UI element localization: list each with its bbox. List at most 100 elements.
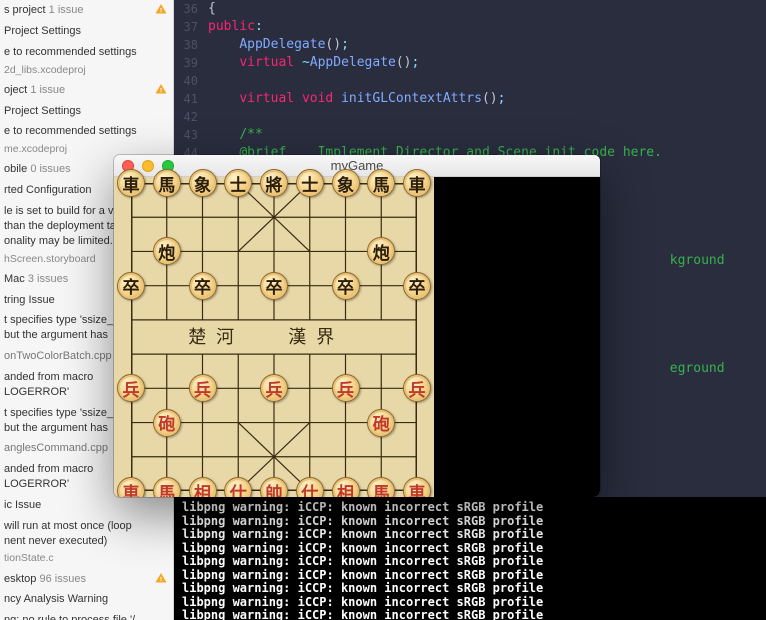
xiangqi-piece[interactable]: 砲 [153, 409, 181, 437]
issue-file: tionState.c [0, 551, 173, 568]
xiangqi-piece[interactable]: 兵 [189, 374, 217, 402]
issue-count: 1 issue [30, 84, 65, 96]
issue-label: esktop [4, 573, 36, 585]
svg-text:漢界: 漢界 [288, 327, 344, 347]
line-number: 40 [178, 72, 208, 90]
warning-icon [155, 3, 167, 15]
xiangqi-board[interactable]: 楚河漢界 車馬象士將士象馬車炮炮卒卒卒卒卒兵兵兵兵兵砲砲車馬相仕帥仕相馬車 [114, 177, 434, 497]
xiangqi-piece[interactable]: 炮 [367, 237, 395, 265]
xiangqi-piece[interactable]: 卒 [332, 272, 360, 300]
issue-label: rted Configuration [4, 184, 91, 196]
code-line[interactable]: 36{ [178, 0, 766, 18]
window-title: myGame [114, 158, 600, 173]
xiangqi-piece[interactable]: 兵 [332, 374, 360, 402]
game-black-panel [434, 177, 600, 497]
code-line[interactable]: 40 [178, 72, 766, 90]
issue-label: onTwoColorBatch.cpp [4, 350, 112, 362]
xiangqi-piece[interactable]: 將 [260, 169, 288, 197]
issue-item[interactable]: s project 1 issue [0, 0, 173, 21]
line-number: 41 [178, 90, 208, 108]
line-number: 37 [178, 18, 208, 36]
issue-item[interactable]: Project Settings [0, 21, 173, 42]
xiangqi-piece[interactable]: 象 [332, 169, 360, 197]
xiangqi-piece[interactable]: 炮 [153, 237, 181, 265]
line-number: 38 [178, 36, 208, 54]
issue-label: Mac [4, 273, 25, 285]
issue-label: anglesCommand.cpp [4, 442, 108, 454]
issue-label: t specifies type 'ssize_… but the argume… [4, 407, 124, 434]
xiangqi-piece[interactable]: 仕 [296, 477, 324, 497]
issue-label: anded from macroLOGERROR' [4, 371, 93, 398]
xiangqi-piece[interactable]: 車 [403, 477, 431, 497]
line-number: 36 [178, 0, 208, 18]
xiangqi-piece[interactable]: 車 [403, 169, 431, 197]
svg-text:楚河: 楚河 [188, 327, 244, 347]
issue-label: Project Settings [4, 25, 81, 37]
line-number: 39 [178, 54, 208, 72]
issue-label: ic Issue [4, 499, 41, 511]
code-line[interactable]: 38 AppDelegate(); [178, 36, 766, 54]
issue-label: e to recommended settings [4, 46, 137, 58]
issue-label: Project Settings [4, 105, 81, 117]
xiangqi-piece[interactable]: 士 [296, 169, 324, 197]
line-number: 43 [178, 126, 208, 144]
xiangqi-piece[interactable]: 相 [189, 477, 217, 497]
game-window[interactable]: myGame 楚河漢界 車馬象士將士象馬車炮炮卒卒卒卒卒兵兵兵兵兵砲砲車馬相仕帥… [114, 155, 600, 497]
debug-console[interactable]: libpng warning: iCCP: known incorrect sR… [174, 497, 766, 620]
xiangqi-piece[interactable]: 馬 [367, 477, 395, 497]
issue-item[interactable]: will run at most once (loopnent never ex… [0, 516, 173, 552]
issue-item[interactable]: ncy Analysis Warning [0, 589, 173, 610]
xiangqi-piece[interactable]: 卒 [403, 272, 431, 300]
xiangqi-piece[interactable]: 卒 [117, 272, 145, 300]
issue-label: e to recommended settings [4, 125, 137, 137]
issue-label: tring Issue [4, 294, 55, 306]
xiangqi-piece[interactable]: 馬 [367, 169, 395, 197]
xiangqi-piece[interactable]: 卒 [260, 272, 288, 300]
issue-label: oject [4, 84, 27, 96]
board-grid: 楚河 漢界 [131, 183, 417, 491]
issue-label: s project [4, 4, 46, 16]
code-line[interactable]: 42 [178, 108, 766, 126]
line-number: 42 [178, 108, 208, 126]
issue-label: anded from macroLOGERROR' [4, 463, 93, 490]
issue-label: obile [4, 163, 27, 175]
issue-item[interactable]: Project Settings [0, 101, 173, 122]
game-content: 楚河漢界 車馬象士將士象馬車炮炮卒卒卒卒卒兵兵兵兵兵砲砲車馬相仕帥仕相馬車 [114, 177, 600, 497]
xiangqi-piece[interactable]: 砲 [367, 409, 395, 437]
xiangqi-piece[interactable]: 車 [117, 477, 145, 497]
xiangqi-piece[interactable]: 仕 [224, 477, 252, 497]
xiangqi-piece[interactable]: 帥 [260, 477, 288, 497]
code-line[interactable]: 43 /** [178, 126, 766, 144]
code-line[interactable]: 37public: [178, 18, 766, 36]
warning-icon [155, 572, 167, 584]
xiangqi-piece[interactable]: 卒 [189, 272, 217, 300]
xiangqi-piece[interactable]: 兵 [260, 374, 288, 402]
issue-label: ng: no rule to process file '/liuhailong… [4, 614, 137, 620]
warning-icon [155, 83, 167, 95]
xiangqi-piece[interactable]: 士 [224, 169, 252, 197]
issue-item[interactable]: oject 1 issue [0, 80, 173, 101]
xiangqi-piece[interactable]: 兵 [403, 374, 431, 402]
window-titlebar[interactable]: myGame [114, 155, 600, 177]
issue-label: ncy Analysis Warning [4, 593, 108, 605]
issue-item[interactable]: e to recommended settings [0, 42, 173, 63]
issue-item[interactable]: e to recommended settings [0, 121, 173, 142]
xiangqi-piece[interactable]: 馬 [153, 477, 181, 497]
issue-count: 0 issues [30, 163, 70, 175]
issue-count: 1 issue [49, 4, 84, 16]
issue-count: 3 issues [28, 273, 68, 285]
xiangqi-piece[interactable]: 兵 [117, 374, 145, 402]
code-line[interactable]: 41 virtual void initGLContextAttrs(); [178, 90, 766, 108]
xiangqi-piece[interactable]: 象 [189, 169, 217, 197]
xiangqi-piece[interactable]: 車 [117, 169, 145, 197]
issue-item[interactable]: esktop 96 issues [0, 569, 173, 590]
issue-item[interactable]: ng: no rule to process file '/liuhailong… [0, 610, 173, 620]
xiangqi-piece[interactable]: 馬 [153, 169, 181, 197]
issue-label: will run at most once (loopnent never ex… [4, 520, 132, 547]
code-line[interactable]: 39 virtual ~AppDelegate(); [178, 54, 766, 72]
issue-count: 96 issues [39, 573, 85, 585]
xiangqi-piece[interactable]: 相 [332, 477, 360, 497]
issue-label: le is set to build for a v…than the depl… [4, 205, 127, 247]
issue-item[interactable]: ic Issue [0, 495, 173, 516]
issue-label: t specifies type 'ssize_… but the argume… [4, 314, 124, 341]
